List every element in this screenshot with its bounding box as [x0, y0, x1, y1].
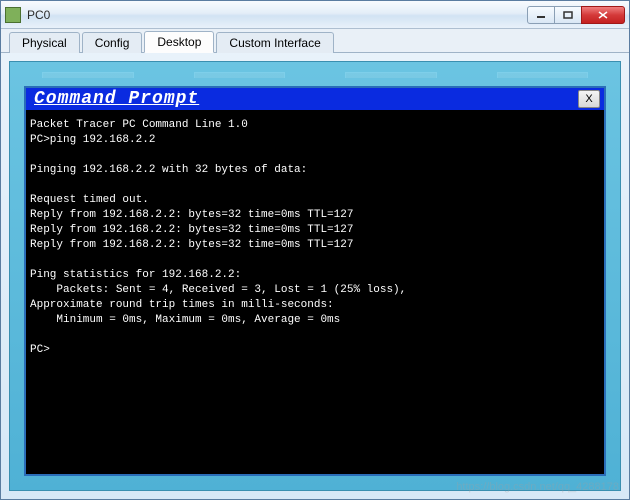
close-x-label: X — [585, 93, 592, 105]
tab-config[interactable]: Config — [82, 32, 143, 53]
tab-physical[interactable]: Physical — [9, 32, 80, 53]
command-prompt-window: Command Prompt X Packet Tracer PC Comman… — [24, 86, 606, 476]
window-controls — [528, 6, 625, 24]
command-prompt-close-button[interactable]: X — [578, 90, 600, 108]
maximize-button[interactable] — [554, 6, 582, 24]
app-icon — [5, 7, 21, 23]
desktop-panel: Command Prompt X Packet Tracer PC Comman… — [9, 61, 621, 491]
desktop-icon-stub[interactable] — [345, 72, 437, 78]
terminal-line: Packet Tracer PC Command Line 1.0 — [30, 119, 248, 131]
desktop-icon-stub[interactable] — [497, 72, 589, 78]
command-prompt-title: Command Prompt — [34, 89, 578, 109]
maximize-icon — [563, 11, 573, 19]
close-icon — [598, 11, 608, 19]
desktop-icon-row — [20, 72, 610, 82]
terminal-line: Minimum = 0ms, Maximum = 0ms, Average = … — [30, 314, 340, 326]
app-window: PC0 Physical Config Desktop Custom Inter… — [0, 0, 630, 500]
desktop-icon-stub[interactable] — [194, 72, 286, 78]
window-title: PC0 — [27, 8, 528, 22]
terminal-line: Reply from 192.168.2.2: bytes=32 time=0m… — [30, 239, 353, 251]
terminal-line: Reply from 192.168.2.2: bytes=32 time=0m… — [30, 209, 353, 221]
terminal-line: Approximate round trip times in milli-se… — [30, 299, 334, 311]
command-prompt-body[interactable]: Packet Tracer PC Command Line 1.0 PC>pin… — [26, 110, 604, 474]
tab-desktop[interactable]: Desktop — [144, 31, 214, 53]
command-prompt-titlebar[interactable]: Command Prompt X — [26, 88, 604, 110]
window-titlebar: PC0 — [1, 1, 629, 29]
terminal-line: Request timed out. — [30, 194, 149, 206]
terminal-line: Reply from 192.168.2.2: bytes=32 time=0m… — [30, 224, 353, 236]
close-button[interactable] — [581, 6, 625, 24]
tab-bar: Physical Config Desktop Custom Interface — [1, 29, 629, 53]
minimize-button[interactable] — [527, 6, 555, 24]
terminal-line: Packets: Sent = 4, Received = 3, Lost = … — [30, 284, 406, 296]
terminal-line: Ping statistics for 192.168.2.2: — [30, 269, 241, 281]
desktop-icon-stub[interactable] — [42, 72, 134, 78]
terminal-line: PC>ping 192.168.2.2 — [30, 134, 155, 146]
terminal-line: PC> — [30, 344, 50, 356]
terminal-line: Pinging 192.168.2.2 with 32 bytes of dat… — [30, 164, 307, 176]
tab-custom-interface[interactable]: Custom Interface — [216, 32, 333, 53]
minimize-icon — [536, 11, 546, 19]
